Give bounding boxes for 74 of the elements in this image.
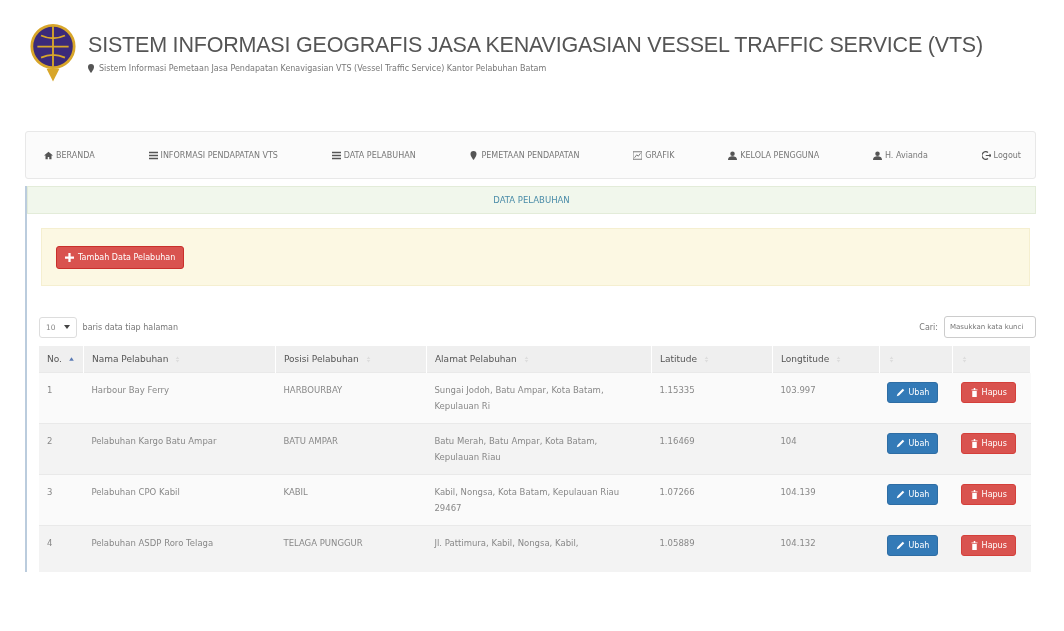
column-header[interactable]: Longtitude	[772, 346, 880, 373]
delete-button[interactable]: Hapus	[960, 484, 1016, 505]
caret-icon	[63, 325, 70, 329]
search-label: Cari:	[919, 322, 938, 332]
nav-link[interactable]: PEMETAAN PENDAPATAN	[469, 150, 580, 160]
table-cell: Pelabuhan ASDP Roro Telaga	[83, 525, 276, 572]
nav-link[interactable]: BERANDA	[44, 150, 95, 160]
table-cell: 1	[39, 372, 84, 424]
add-button[interactable]: Tambah Data Pelabuhan	[56, 245, 185, 269]
delete-button[interactable]: Hapus	[960, 433, 1016, 454]
column-header[interactable]	[952, 346, 1031, 373]
table-cell: BATU AMPAR	[275, 423, 427, 475]
column-header[interactable]: Alamat Pelabuhan	[426, 346, 652, 373]
table-cell: 1.05889	[651, 525, 773, 572]
map-pin-icon	[469, 150, 479, 160]
delete-button[interactable]: Hapus	[960, 382, 1016, 403]
nav-link[interactable]: KELOLA PENGGUNA	[728, 150, 820, 160]
edit-button[interactable]: Ubah	[887, 433, 939, 454]
delete-button[interactable]: Hapus	[960, 535, 1016, 556]
pencil-icon	[896, 541, 906, 550]
page-title: SISTEM INFORMASI GEOGRAFIS JASA KENAVIGASIAN VESSEL TRAFFIC SERVICE (VTS)	[88, 33, 983, 58]
table-cell: Kabil, Nongsa, Kota Batam, Kepulauan Riau 29467	[426, 474, 652, 526]
user-icon	[728, 150, 738, 160]
trash-icon	[969, 541, 979, 550]
edit-button[interactable]: Ubah	[887, 484, 939, 505]
page-subtitle: Sistem Informasi Pemetaan Jasa Pendapatan Kenavigasian VTS (Vessel Traffic Service) Kantor Pelabuhan Batam	[99, 64, 547, 73]
table-cell: Jl. Pattimura, Kabil, Nongsa, Kabil,	[426, 525, 652, 572]
table-cell: 4	[39, 525, 84, 572]
column-header[interactable]	[879, 346, 953, 373]
table-cell: 1.15335	[651, 372, 773, 424]
table-cell: HARBOURBAY	[275, 372, 427, 424]
map-pin-icon	[88, 64, 94, 73]
nav-link[interactable]: GRAFIK	[633, 150, 675, 160]
table-cell: Pelabuhan CPO Kabil	[83, 474, 276, 526]
trash-icon	[969, 388, 979, 397]
table-cell: TELAGA PUNGGUR	[275, 525, 427, 572]
table-cell: 3	[39, 474, 84, 526]
trash-icon	[969, 439, 979, 448]
nav-link[interactable]: Logout	[981, 150, 1021, 160]
table-cell: 103.997	[772, 372, 880, 424]
list-icon	[148, 150, 158, 160]
nav-link[interactable]: DATA PELABUHAN	[331, 150, 416, 160]
section-heading: DATA PELABUHAN	[27, 186, 1036, 214]
page-length-label: baris data tiap halaman	[82, 322, 179, 332]
user-icon	[872, 150, 882, 160]
edit-button[interactable]: Ubah	[887, 535, 939, 556]
table-cell: 2	[39, 423, 84, 475]
list-icon	[331, 150, 341, 160]
column-header[interactable]: Latitude	[651, 346, 773, 373]
home-icon	[44, 150, 53, 160]
nav-link[interactable]: INFORMASI PENDAPATAN VTS	[148, 150, 278, 160]
pencil-icon	[896, 388, 906, 397]
table-cell: 104	[772, 423, 880, 475]
pencil-icon	[896, 490, 906, 499]
nav-link[interactable]: H. Avianda	[872, 150, 928, 160]
table-cell: Harbour Bay Ferry	[83, 372, 276, 424]
column-header[interactable]: Nama Pelabuhan	[83, 346, 276, 373]
table-cell: Batu Merah, Batu Ampar, Kota Batam, Kepulauan Riau	[426, 423, 652, 475]
table-cell: 104.132	[772, 525, 880, 572]
edit-button[interactable]: Ubah	[887, 382, 939, 403]
pencil-icon	[896, 439, 906, 448]
column-header[interactable]: Posisi Pelabuhan	[275, 346, 427, 373]
table-cell: Sungai Jodoh, Batu Ampar, Kota Batam, Kepulauan Ri	[426, 372, 652, 424]
table-cell: KABIL	[275, 474, 427, 526]
table-cell: 1.16469	[651, 423, 773, 475]
sort-ascending-icon	[67, 355, 75, 364]
picture-icon	[633, 150, 643, 160]
trash-icon	[969, 490, 979, 499]
table-cell: 104.139	[772, 474, 880, 526]
logout-icon	[981, 150, 991, 160]
plus-icon	[65, 252, 74, 262]
table-cell: 1.07266	[651, 474, 773, 526]
table-cell: Pelabuhan Kargo Batu Ampar	[83, 423, 276, 475]
column-header[interactable]: No.	[39, 346, 84, 373]
